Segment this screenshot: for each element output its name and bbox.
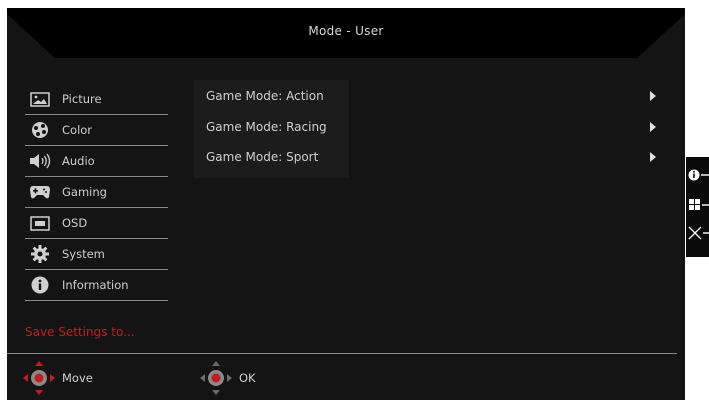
sidebar-item-label: Color xyxy=(62,123,93,137)
sidebar: Picture Color Audio Gaming OSD System In… xyxy=(25,84,168,301)
toolbar-close-button[interactable] xyxy=(688,223,709,243)
sidebar-item-audio[interactable]: Audio xyxy=(25,146,168,177)
sidebar-item-picture[interactable]: Picture xyxy=(25,84,168,115)
sidebar-item-information[interactable]: Information xyxy=(25,270,168,301)
sidebar-item-label: OSD xyxy=(62,216,88,230)
footer-move-hint: Move xyxy=(22,360,93,396)
gear-icon xyxy=(28,245,52,263)
sidebar-item-label: Gaming xyxy=(62,185,107,199)
option-label: Game Mode: Racing xyxy=(206,120,327,134)
sidebar-item-gaming[interactable]: Gaming xyxy=(25,177,168,208)
toolbar-mode-button[interactable] xyxy=(688,195,709,215)
sidebar-item-color[interactable]: Color xyxy=(25,115,168,146)
footer-ok-hint: OK xyxy=(199,360,256,396)
option-game-mode-action[interactable]: Game Mode: Action xyxy=(206,83,666,109)
sidebar-item-label: Picture xyxy=(62,92,102,106)
joystick-move-icon xyxy=(23,361,55,395)
option-game-mode-sport[interactable]: Game Mode: Sport xyxy=(206,144,666,170)
chevron-right-icon xyxy=(650,152,656,162)
osd-icon xyxy=(28,214,52,232)
osd-menu: Mode - User Picture Color Audio Gaming O… xyxy=(7,8,685,400)
joystick-press-icon xyxy=(200,361,232,395)
info-icon xyxy=(28,276,52,294)
picture-icon xyxy=(28,90,52,108)
close-icon xyxy=(688,226,709,240)
sidebar-item-label: Audio xyxy=(62,154,95,168)
option-label: Game Mode: Action xyxy=(206,89,324,103)
footer-ok-label: OK xyxy=(239,371,256,385)
grid-icon xyxy=(689,199,709,210)
gamepad-icon xyxy=(28,183,52,201)
sidebar-item-osd[interactable]: OSD xyxy=(25,208,168,239)
footer-divider xyxy=(7,353,677,354)
palette-icon xyxy=(28,121,52,139)
sidebar-item-label: Information xyxy=(62,278,129,292)
save-settings-link[interactable]: Save Settings to... xyxy=(25,325,135,339)
page-title: Mode - User xyxy=(308,24,384,38)
speaker-icon xyxy=(28,152,52,170)
sidebar-item-system[interactable]: System xyxy=(25,239,168,270)
chevron-right-icon xyxy=(650,91,656,101)
sidebar-item-label: System xyxy=(62,247,105,261)
footer-move-label: Move xyxy=(62,371,93,385)
toolbar-info-button[interactable] xyxy=(688,165,709,185)
option-game-mode-racing[interactable]: Game Mode: Racing xyxy=(206,114,666,140)
chevron-right-icon xyxy=(650,122,656,132)
title-bar: Mode - User xyxy=(7,8,685,66)
side-toolbar xyxy=(686,157,709,257)
option-label: Game Mode: Sport xyxy=(206,150,319,164)
info-icon xyxy=(688,169,709,181)
